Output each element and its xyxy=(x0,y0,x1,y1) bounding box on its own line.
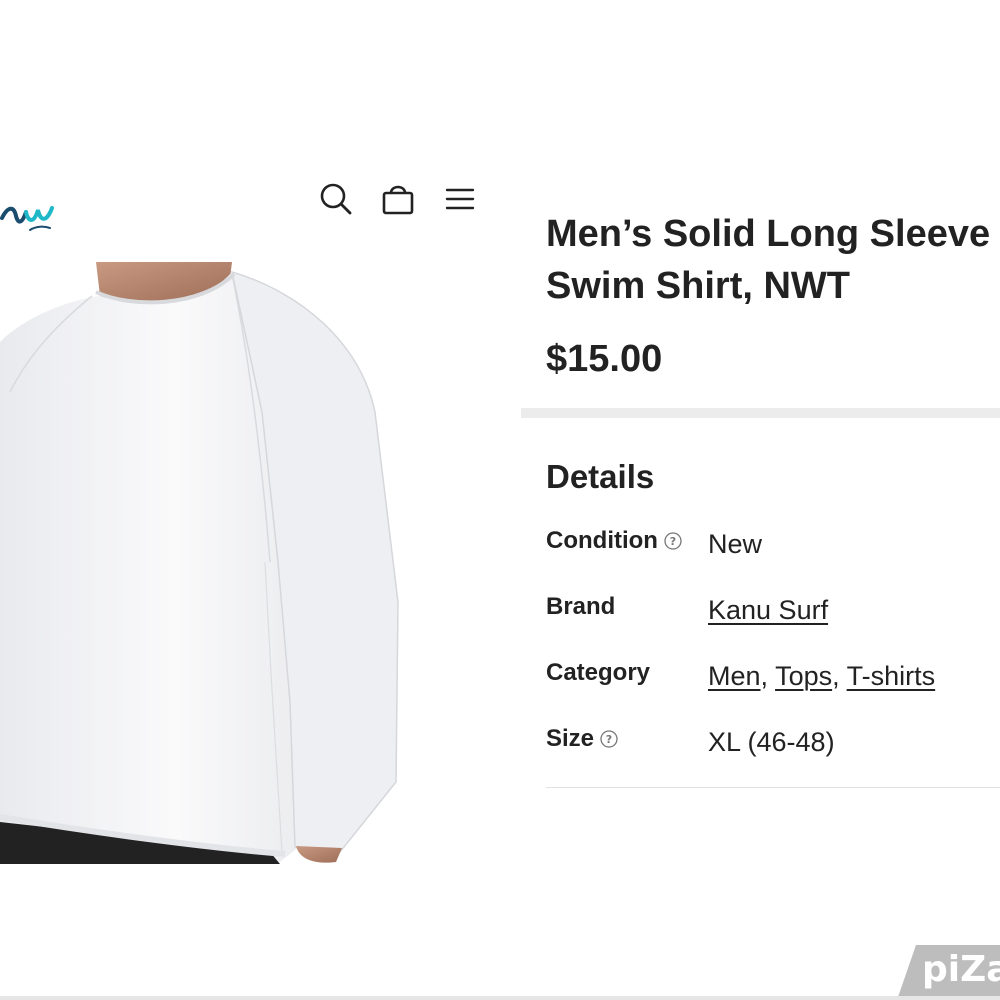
details-heading: Details xyxy=(546,458,655,495)
category-link-tshirts[interactable]: T-shirts xyxy=(847,661,936,691)
category-label: Category xyxy=(546,659,651,686)
svg-text:?: ? xyxy=(670,535,676,548)
section-divider xyxy=(521,408,1000,418)
product-image[interactable] xyxy=(0,262,400,864)
details-divider xyxy=(546,787,1000,788)
detail-row-condition: Condition ? New xyxy=(546,527,1000,567)
detail-row-brand: Brand Kanu Surf xyxy=(546,593,1000,633)
category-separator: , xyxy=(832,661,840,691)
help-icon[interactable]: ? xyxy=(664,532,682,550)
bottom-border xyxy=(0,996,1000,1000)
size-label: Size xyxy=(546,725,595,752)
cart-icon[interactable] xyxy=(378,180,418,218)
product-title: Men’s Solid Long Sleeve Swim Shirt, NWT xyxy=(546,208,1000,312)
brand-label: Brand xyxy=(546,593,616,620)
svg-text:?: ? xyxy=(606,733,612,746)
search-icon[interactable] xyxy=(316,180,356,218)
condition-label: Condition xyxy=(546,527,658,554)
help-icon[interactable]: ? xyxy=(600,730,618,748)
watermark-text: piZa xyxy=(922,949,1000,990)
product-page: Men’s Solid Long Sleeve Swim Shirt, NWT … xyxy=(0,0,1000,1000)
category-separator: , xyxy=(760,661,769,691)
watermark: piZa xyxy=(898,945,1000,997)
product-price: $15.00 xyxy=(546,338,663,380)
product-title-line2: Swim Shirt, NWT xyxy=(546,265,850,307)
size-value: XL (46-48) xyxy=(708,727,835,757)
brand-link[interactable]: Kanu Surf xyxy=(708,595,828,625)
detail-row-category: Category Men, Tops, T-shirts xyxy=(546,659,1000,699)
header-actions xyxy=(316,180,480,218)
brand-logo[interactable] xyxy=(0,196,64,236)
product-title-line1: Men’s Solid Long Sleeve xyxy=(546,213,991,255)
menu-icon[interactable] xyxy=(440,180,480,218)
detail-row-size: Size ? XL (46-48) xyxy=(546,725,1000,765)
category-link-tops[interactable]: Tops xyxy=(775,661,832,691)
condition-value: New xyxy=(708,529,763,559)
category-link-men[interactable]: Men xyxy=(708,661,761,691)
